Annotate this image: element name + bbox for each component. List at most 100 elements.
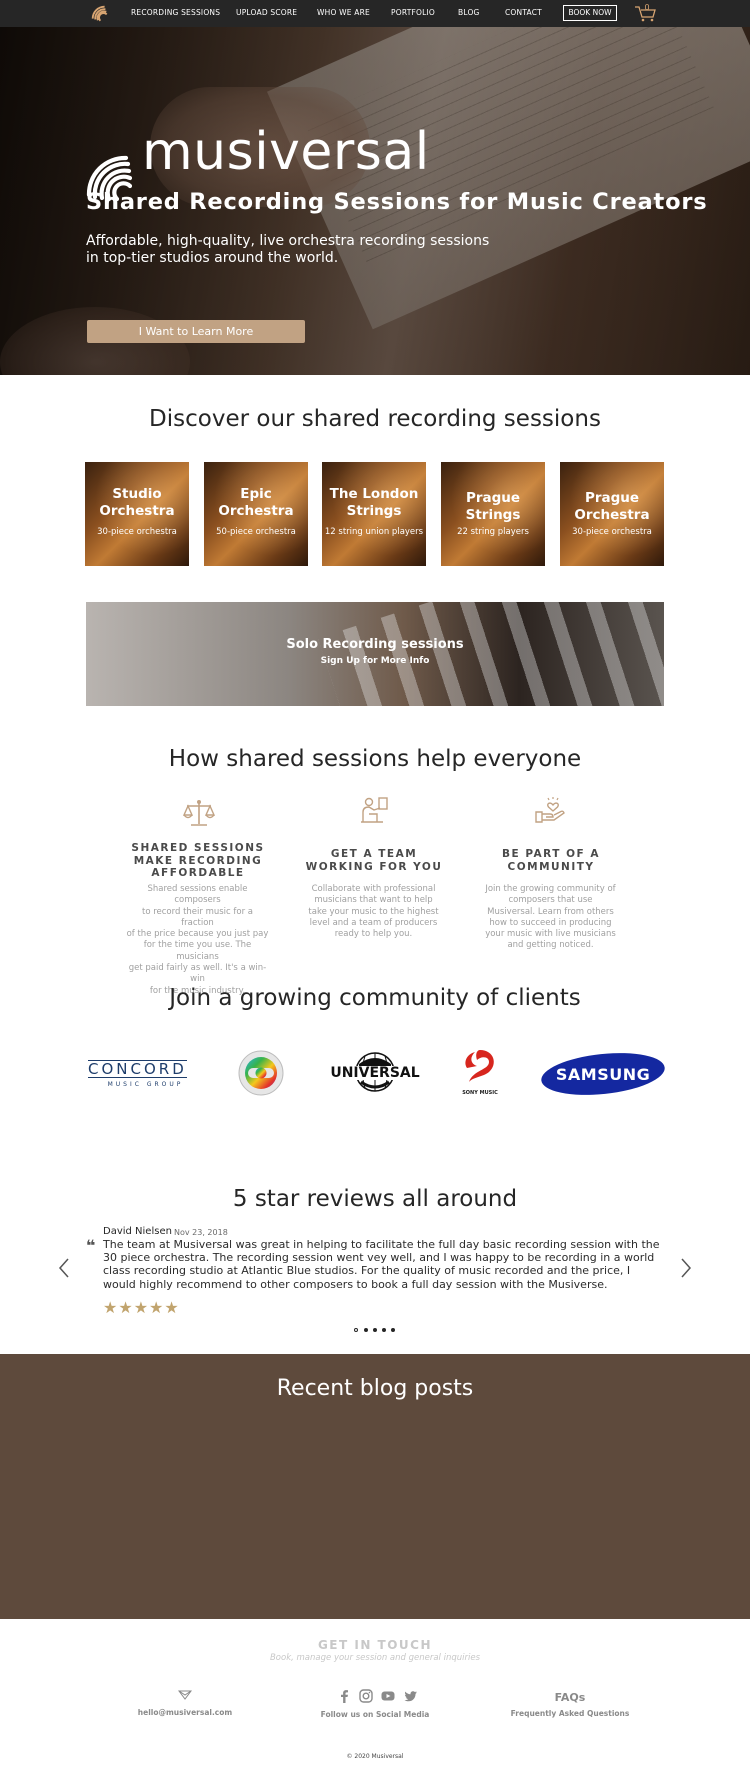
feature-text-line: for the time you use. The musicians (143, 940, 252, 962)
carousel-dot-active[interactable] (354, 1328, 358, 1332)
blog-section: Recent blog posts (0, 1354, 750, 1619)
composer-icon (361, 797, 388, 823)
card-title-line: Orchestra (574, 507, 650, 523)
feature-text-line: musicians that want to help (314, 895, 433, 906)
instagram-icon[interactable] (359, 1689, 373, 1703)
nav-portfolio[interactable]: PORTFOLIO (391, 8, 435, 17)
solo-sessions-banner[interactable]: Solo Recording sessions Sign Up for More… (86, 602, 664, 706)
solo-subtitle[interactable]: Sign Up for More Info (86, 656, 664, 666)
feature-title-team: GET A TEAM WORKING FOR YOU (299, 848, 449, 873)
nav-upload-score[interactable]: UPLOAD SCORE (236, 8, 297, 17)
hero-banner: musiversal Shared Recording Sessions for… (0, 27, 750, 375)
card-title: Studio Orchestra (85, 486, 189, 520)
sony-music-logo: SONY MUSIC (455, 1048, 505, 1100)
feature-title-line: SHARED SESSIONS (131, 842, 265, 854)
get-in-touch-subtitle: Book, manage your session and general in… (269, 1653, 481, 1663)
card-subtitle: 30-piece orchestra (572, 527, 652, 537)
card-title-line: Strings (465, 507, 521, 523)
concord-logo: CONCORD MUSIC GROUP (88, 1060, 203, 1090)
mail-icon (178, 1690, 192, 1700)
card-title: Prague Strings (441, 490, 545, 524)
feature-title-line: GET A TEAM (330, 848, 418, 860)
discover-title: Discover our shared recording sessions (149, 406, 601, 432)
learn-more-button[interactable]: I Want to Learn More (87, 320, 305, 343)
faqs-link[interactable]: FAQs (520, 1691, 620, 1704)
universal-wordmark: UNIVERSAL (330, 1065, 420, 1081)
concord-wordmark: CONCORD (88, 1060, 203, 1078)
feature-title-line: COMMUNITY (507, 860, 595, 873)
cart-count: 0 (644, 3, 650, 12)
nav-who-we-are[interactable]: WHO WE ARE (317, 8, 370, 17)
feature-text-line: Shared sessions enable composers (147, 884, 248, 906)
feature-text-line: Join the growing community of (485, 884, 616, 894)
feature-text-community: Join the growing community of composers … (478, 884, 623, 952)
feature-text-line: level and a team of producers (309, 917, 438, 928)
feature-text-team: Collaborate with professional musicians … (301, 884, 446, 940)
session-card-epic-orchestra[interactable]: Epic Orchestra 50-piece orchestra (204, 462, 308, 566)
youtube-icon[interactable] (381, 1689, 395, 1703)
heart-hand-icon (535, 797, 565, 823)
nav-blog[interactable]: BLOG (458, 8, 480, 17)
copyright: © 2020 Musiversal (346, 1753, 404, 1760)
nav-contact[interactable]: CONTACT (505, 8, 542, 17)
card-title-line: Studio (112, 486, 162, 502)
feature-text-line: to record their music for a fraction (141, 906, 254, 928)
faqs-subtitle[interactable]: Frequently Asked Questions (505, 1709, 635, 1718)
feature-title-line: AFFORDABLE (151, 867, 245, 879)
blog-title: Recent blog posts (276, 1376, 474, 1401)
session-card-london-strings[interactable]: The London Strings 12 string union player… (322, 462, 426, 566)
feature-text-affordable: Shared sessions enable composers to reco… (125, 884, 270, 997)
session-card-prague-orchestra[interactable]: Prague Orchestra 30-piece orchestra (560, 462, 664, 566)
carousel-dot[interactable] (364, 1328, 368, 1332)
session-card-prague-strings[interactable]: Prague Strings 22 string players (441, 462, 545, 566)
universal-logo: UNIVERSAL (330, 1048, 420, 1096)
chevron-right-icon[interactable] (679, 1257, 693, 1279)
star-rating: ★★★★★ (103, 1298, 180, 1317)
clients-title: Join a growing community of clients (169, 985, 581, 1011)
brand-name: musiversal (142, 122, 430, 182)
card-title-line: Orchestra (99, 503, 175, 519)
hero-title: Shared Recording Sessions for Music Crea… (86, 189, 708, 215)
concord-wordmark-text: CONCORD (88, 1060, 187, 1078)
feature-title-line: WORKING FOR YOU (305, 860, 443, 873)
card-title: The London Strings (322, 486, 426, 520)
social-label: Follow us on Social Media (320, 1710, 430, 1719)
feature-text-line: of the price because you just pay (126, 929, 269, 940)
card-title-line: Prague (465, 490, 521, 506)
facebook-icon[interactable] (337, 1689, 351, 1703)
feature-text-line: get paid fairly as well. It's a win-win (128, 963, 267, 985)
scale-icon (182, 800, 216, 826)
feature-text-line: how to succeed in producing (489, 917, 612, 928)
contact-email[interactable]: hello@musiversal.com (120, 1708, 250, 1717)
session-card-studio-orchestra[interactable]: Studio Orchestra 30-piece orchestra (85, 462, 189, 566)
card-subtitle: 50-piece orchestra (216, 527, 296, 537)
samsung-logo: SAMSUNG (539, 1047, 667, 1101)
card-subtitle: 22 string players (457, 527, 529, 537)
feature-text-line: Musiversal. Learn from others (487, 906, 614, 917)
chevron-left-icon[interactable] (57, 1257, 71, 1279)
samsung-wordmark: SAMSUNG (555, 1064, 651, 1084)
feature-title-line: BE PART OF A (501, 848, 600, 860)
carousel-dot[interactable] (391, 1328, 395, 1332)
book-now-button[interactable]: BOOK NOW (563, 5, 617, 21)
quote-icon: ❝ (86, 1236, 96, 1255)
twitter-icon[interactable] (404, 1689, 418, 1703)
card-title: Epic Orchestra (204, 486, 308, 520)
hero-subtitle-line-2: in top-tier studios around the world. (86, 250, 339, 266)
carousel-dot[interactable] (373, 1328, 377, 1332)
reviews-title: 5 star reviews all around (232, 1186, 518, 1212)
hero-subtitle: Affordable, high-quality, live orchestra… (86, 233, 526, 267)
musiversal-logo-icon[interactable] (91, 5, 108, 22)
feature-text-line: Collaborate with professional (311, 884, 436, 894)
nav-recording-sessions[interactable]: RECORDING SESSIONS (131, 8, 220, 17)
concord-subtitle: MUSIC GROUP (107, 1081, 184, 1088)
sony-music-swirl-icon (465, 1050, 494, 1082)
card-title-line: Orchestra (218, 503, 294, 519)
feature-text-line: and getting noticed. (507, 940, 594, 951)
feature-text-line: ready to help you. (334, 929, 413, 940)
hero-subtitle-line-1: Affordable, high-quality, live orchestra… (86, 233, 490, 249)
guitar-image (317, 602, 664, 706)
sony-music-wordmark: SONY MUSIC (462, 1090, 498, 1096)
carousel-dot[interactable] (382, 1328, 386, 1332)
card-title-line: The London (329, 486, 419, 502)
